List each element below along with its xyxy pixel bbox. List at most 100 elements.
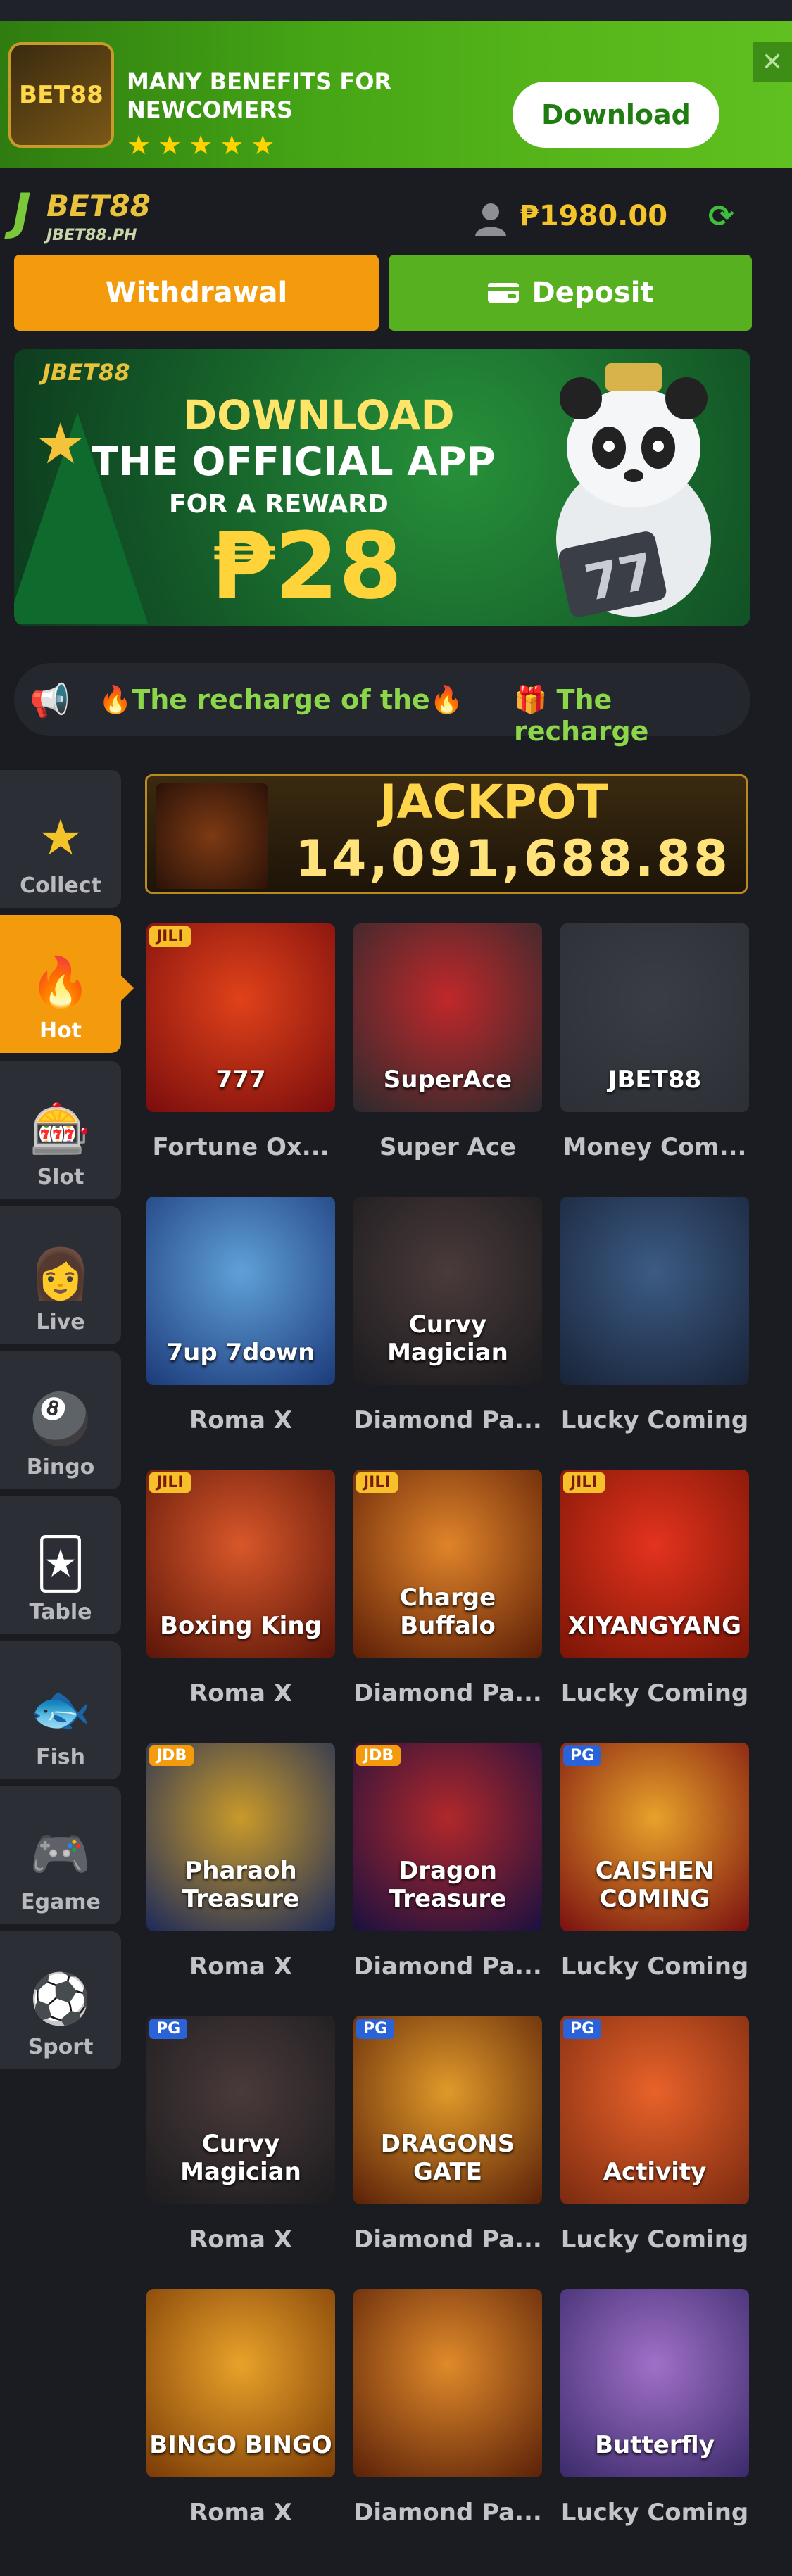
- game-name: Lucky Coming: [560, 1952, 749, 1981]
- jackpot-value: 14,091,688.88: [295, 830, 731, 888]
- game-thumbnail[interactable]: XIYANGYANG JILI: [560, 1470, 749, 1658]
- game-tile[interactable]: Diamond Pa...: [353, 2289, 542, 2542]
- game-thumbnail[interactable]: Charge Buffalo JILI: [353, 1470, 542, 1658]
- game-artwork-title: Pharaoh Treasure: [182, 1857, 300, 1913]
- provider-badge: JILI: [563, 1472, 605, 1493]
- slot-machine-icon: 🎰: [30, 1100, 92, 1158]
- deposit-button[interactable]: Deposit: [389, 255, 752, 331]
- game-thumbnail[interactable]: Dragon Treasure JDB: [353, 1743, 542, 1931]
- game-tile[interactable]: 777 JILI Fortune Ox...: [146, 923, 335, 1177]
- game-thumbnail[interactable]: 7up 7down: [146, 1197, 335, 1385]
- game-tile[interactable]: 7up 7down Roma X: [146, 1197, 335, 1450]
- game-thumbnail[interactable]: JBET88: [560, 923, 749, 1112]
- promo-title: MANY BENEFITS FOR NEWCOMERS: [127, 68, 392, 123]
- provider-badge: PG: [563, 2019, 602, 2039]
- game-artwork: [353, 2289, 542, 2477]
- user-icon[interactable]: [472, 200, 510, 238]
- deposit-label: Deposit: [532, 277, 654, 309]
- sidebar-item-label: Table: [29, 1600, 92, 1624]
- game-name: Diamond Pa...: [353, 2499, 542, 2527]
- game-name: Fortune Ox...: [152, 1133, 329, 1161]
- playing-cards-icon: 🃏: [35, 1535, 86, 1593]
- game-thumbnail[interactable]: Curvy Magician PG: [146, 2016, 335, 2204]
- game-thumbnail[interactable]: Curvy Magician: [353, 1197, 542, 1385]
- game-name: Diamond Pa...: [353, 1952, 542, 1981]
- game-tile[interactable]: BINGO BINGO Roma X: [146, 2289, 335, 2542]
- game-tile[interactable]: Lucky Coming: [560, 1197, 749, 1450]
- game-name: Roma X: [189, 2499, 292, 2527]
- announcement-text-1: 🔥The recharge of the🔥: [99, 684, 464, 715]
- logo-sub: JBET88.PH: [46, 227, 137, 244]
- sidebar-item-label: Bingo: [26, 1455, 95, 1479]
- sidebar-item-egame[interactable]: 🎮 Egame: [0, 1786, 121, 1924]
- game-tile[interactable]: JBET88 Money Com...: [560, 923, 749, 1177]
- game-thumbnail[interactable]: CAISHEN COMING PG: [560, 1743, 749, 1931]
- provider-badge: JILI: [149, 1472, 191, 1493]
- game-artwork-title: DRAGONS GATE: [380, 2130, 515, 2186]
- egame-icon: 🎮: [30, 1825, 92, 1883]
- game-artwork-title: Butterfly: [595, 2431, 715, 2459]
- game-tile[interactable]: Activity PG Lucky Coming: [560, 2016, 749, 2269]
- game-artwork-title: Dragon Treasure: [389, 1857, 507, 1913]
- game-thumbnail[interactable]: [560, 1197, 749, 1385]
- game-thumbnail[interactable]: Boxing King JILI: [146, 1470, 335, 1658]
- game-tile[interactable]: Curvy Magician Diamond Pa...: [353, 1197, 542, 1450]
- game-thumbnail[interactable]: 777 JILI: [146, 923, 335, 1112]
- game-tile[interactable]: Charge Buffalo JILI Diamond Pa...: [353, 1470, 542, 1723]
- sidebar-item-label: Slot: [37, 1165, 84, 1189]
- game-thumbnail[interactable]: BINGO BINGO: [146, 2289, 335, 2477]
- sidebar-item-live[interactable]: 👩 Live: [0, 1206, 121, 1344]
- star-icon: ★: [35, 411, 86, 476]
- game-tile[interactable]: Butterfly Lucky Coming: [560, 2289, 749, 2542]
- game-thumbnail[interactable]: Pharaoh Treasure JDB: [146, 1743, 335, 1931]
- bingo-balls-icon: 🎱: [30, 1390, 92, 1448]
- sidebar-item-fish[interactable]: 🐟 Fish: [0, 1641, 121, 1779]
- hero-reward-amount: ₱28: [211, 512, 403, 619]
- hero-logo: JBET88: [42, 359, 130, 386]
- game-name: Roma X: [189, 1679, 292, 1707]
- sidebar-item-label: Live: [36, 1310, 85, 1334]
- game-thumbnail[interactable]: Activity PG: [560, 2016, 749, 2204]
- megaphone-icon: 📢: [30, 681, 70, 719]
- soccer-ball-icon: ⚽: [30, 1970, 92, 2028]
- game-artwork-title: Curvy Magician: [387, 1311, 508, 1367]
- live-dealer-icon: 👩: [30, 1245, 92, 1303]
- withdrawal-button[interactable]: Withdrawal: [14, 255, 379, 331]
- game-artwork-title: Curvy Magician: [180, 2130, 301, 2186]
- game-thumbnail[interactable]: [353, 2289, 542, 2477]
- sidebar-item-sport[interactable]: ⚽ Sport: [0, 1931, 121, 2069]
- game-thumbnail[interactable]: Butterfly: [560, 2289, 749, 2477]
- game-artwork-title: XIYANGYANG: [567, 1612, 742, 1640]
- provider-badge: JDB: [149, 1745, 194, 1766]
- game-name: Lucky Coming: [560, 2499, 749, 2527]
- game-tile[interactable]: SuperAce Super Ace: [353, 923, 542, 1177]
- refresh-icon[interactable]: ⟳: [708, 198, 734, 234]
- close-icon[interactable]: ✕: [753, 42, 792, 82]
- game-tile[interactable]: XIYANGYANG JILI Lucky Coming: [560, 1470, 749, 1723]
- game-tile[interactable]: CAISHEN COMING PG Lucky Coming: [560, 1743, 749, 1996]
- sidebar-item-slot[interactable]: 🎰 Slot: [0, 1061, 121, 1199]
- download-button[interactable]: Download: [513, 82, 719, 148]
- game-name: Lucky Coming: [560, 1679, 749, 1707]
- site-logo[interactable]: J BET88 JBET88.PH: [13, 183, 182, 253]
- game-name: Roma X: [189, 2225, 292, 2254]
- fish-icon: 🐟: [30, 1680, 92, 1738]
- sidebar-item-table[interactable]: 🃏 Table: [0, 1496, 121, 1634]
- game-tile[interactable]: Pharaoh Treasure JDB Roma X: [146, 1743, 335, 1996]
- game-artwork-title: CAISHEN COMING: [595, 1857, 715, 1913]
- game-tile[interactable]: Boxing King JILI Roma X: [146, 1470, 335, 1723]
- sidebar-item-bingo[interactable]: 🎱 Bingo: [0, 1351, 121, 1489]
- sidebar-item-collect[interactable]: ★ Collect: [0, 770, 121, 908]
- rating-stars: ★★★★★: [127, 130, 282, 160]
- game-tile[interactable]: DRAGONS GATE PG Diamond Pa...: [353, 2016, 542, 2269]
- app-download-banner: BET88 MANY BENEFITS FOR NEWCOMERS ★★★★★ …: [0, 21, 792, 168]
- game-artwork-title: 777: [215, 1066, 266, 1094]
- game-tile[interactable]: Curvy Magician PG Roma X: [146, 2016, 335, 2269]
- announcement-marquee[interactable]: 📢 🔥The recharge of the🔥 🎁 The recharge: [14, 663, 750, 747]
- game-tile[interactable]: Dragon Treasure JDB Diamond Pa...: [353, 1743, 542, 1996]
- hero-banner[interactable]: ★ JBET88 DOWNLOAD THE OFFICIAL APP FOR A…: [14, 349, 750, 626]
- game-thumbnail[interactable]: SuperAce: [353, 923, 542, 1112]
- game-thumbnail[interactable]: DRAGONS GATE PG: [353, 2016, 542, 2204]
- logo-name: BET88: [46, 189, 151, 223]
- sidebar-item-hot[interactable]: 🔥 Hot: [0, 915, 121, 1053]
